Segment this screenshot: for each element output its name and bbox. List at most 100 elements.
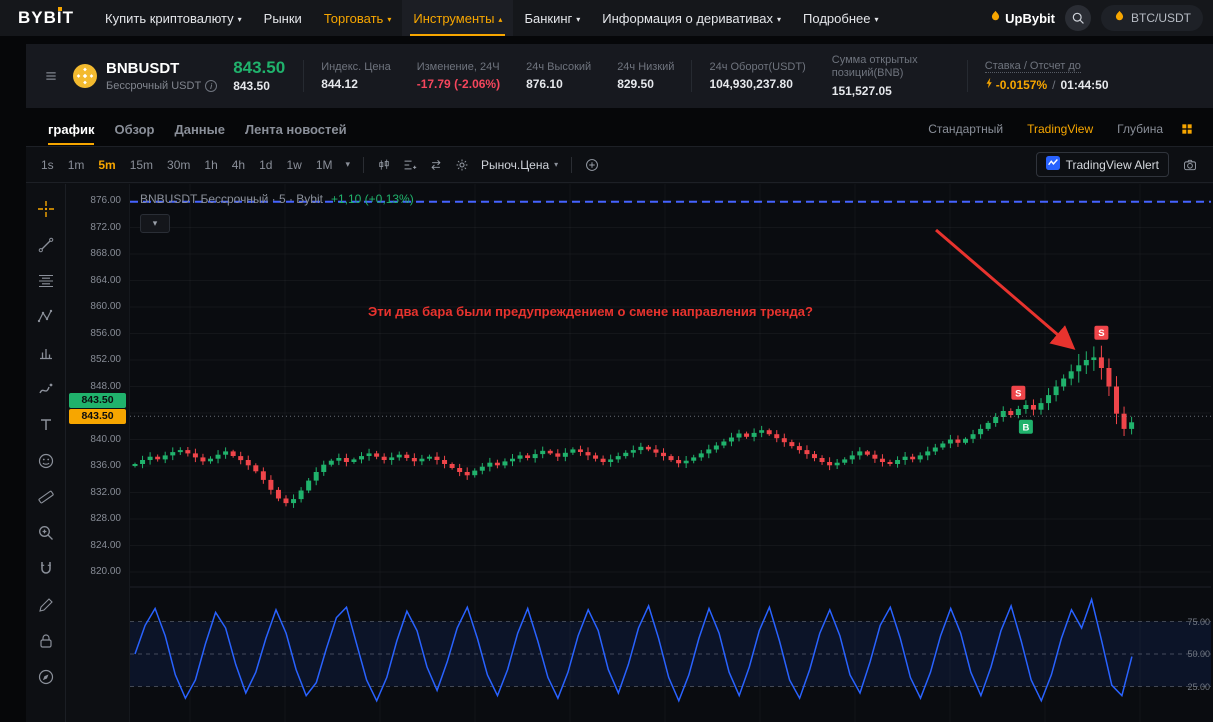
ticker-stat-4: 24ч Низкий 829.50 [604,61,687,92]
nav-item-2[interactable]: Рынки [253,0,313,36]
nav-item-5[interactable]: Банкинг ▾ [513,0,591,36]
fib-retracement-tool[interactable] [35,270,57,292]
logo-text-2: T [62,8,75,27]
price-tick: 832.00 [90,486,121,498]
mark-price: 843.50 [233,79,270,94]
magnet-tool[interactable] [35,558,57,580]
timeframe-30m[interactable]: 30m [160,153,197,177]
last-price: 843.50 [233,57,286,77]
stat-label: 24ч Высокий [526,60,592,73]
add-order-button[interactable] [579,153,605,177]
tab-3[interactable]: Данные [164,112,235,146]
stat-value: 151,527.05 [831,83,892,98]
search-button[interactable] [1065,5,1091,31]
crosshair-tool[interactable] [35,198,57,220]
svg-text:S: S [1015,388,1021,399]
chart-toolbar: 1s 1m 5m 15m 30m 1h 4h 1d 1w 1M ▾ Рыноч.Цена ▾ Tra… [26,147,1213,183]
price-tick: 848.00 [90,380,121,392]
divider [966,60,968,92]
main-menu: Купить криптовалюту ▾ Рынки Торговать ▾ Инстр… [94,0,889,36]
price-tick: 852.00 [90,354,121,365]
tab-2[interactable]: Обзор [104,112,164,146]
trendline-tool[interactable] [35,234,57,256]
chevron-icon: ▾ [874,14,879,24]
price-tick: 876.00 [90,195,121,206]
view-toggle-3[interactable]: Глубина [1105,122,1175,136]
tradingview-alert-button[interactable]: TradingView Alert [1035,152,1169,177]
nav-item-1[interactable]: Купить криптовалюту ▾ [94,0,253,36]
contract-type: Бессрочный USDT [106,80,202,92]
timeframe-1w[interactable]: 1w [279,153,308,177]
timeframe-5m[interactable]: 5m [91,153,122,177]
legend-collapse-button[interactable]: ▾ [140,214,170,233]
drawing-tools-sidebar [26,184,66,722]
pencil-tool[interactable] [35,594,57,616]
top-navbar: BYB I T Купить криптовалюту ▾ Рынки Торговать… [0,0,1213,36]
indicators-icon[interactable] [397,153,423,177]
funding-rate: -0.0157% [995,77,1048,92]
stat-label: 24ч Оборот(USDT) [709,60,806,73]
forecast-tool[interactable] [35,342,57,364]
settings-icon[interactable] [449,153,475,177]
lock-tool[interactable] [35,630,57,652]
chart-region: 876.00 872.00 868.00 864.00 860.00 856.00 852.… [26,184,1213,722]
chart-plot-area[interactable]: SBS BNBUSDT Бессрочный · 5 · Bybit +1,10… [130,184,1213,722]
funding-countdown: 01:44:50 [1060,77,1109,92]
bybit-logo[interactable]: BYB I T [18,8,74,28]
order-type-label: Рыноч.Цена [481,157,550,172]
more-timeframes-button[interactable]: ▾ [339,159,356,170]
divider [571,156,573,173]
xabcd-pattern-tool[interactable] [35,306,57,328]
bybit-trading-page: BYB I T Купить криптовалюту ▾ Рынки Торговать… [0,0,1213,722]
view-toggle-2[interactable]: TradingView [1015,122,1105,136]
svg-text:B: B [1022,422,1029,433]
tab-1[interactable]: график [38,112,104,146]
tab-4[interactable]: Лента новостей [235,112,357,146]
price-tick: 856.00 [90,327,121,339]
stat-label: Изменение, 24Ч [416,60,500,73]
text-tool[interactable] [35,414,57,436]
screenshot-camera-button[interactable] [1177,153,1203,177]
price-block: 843.50 843.50 [233,57,286,94]
emoji-tool[interactable] [35,450,57,472]
timeframe-1d[interactable]: 1d [252,153,279,177]
info-icon[interactable]: i [205,80,218,92]
hot-pair-pill[interactable]: BTC/USDT [1101,5,1203,31]
timeframe-1m[interactable]: 1m [61,153,92,177]
ticker-stats: Индекс. Цена 844.12 Изменение, 24Ч -17.79 (… [308,54,963,97]
view-toggle-1[interactable]: Стандартный [916,122,1015,136]
timeframe-1s[interactable]: 1s [34,153,61,177]
timeframe-4h[interactable]: 4h [225,153,252,177]
nav-item-6[interactable]: Информация о деривативах ▾ [591,0,792,36]
symbol-name[interactable]: BNBUSDT [106,60,217,77]
order-type-dropdown[interactable]: Рыноч.Цена ▾ [475,158,564,172]
chart-style-icon[interactable] [371,153,397,177]
timeframe-1M[interactable]: 1M [309,153,340,177]
chart-canvas[interactable]: S B S [130,184,1211,722]
upbybit-link[interactable]: UpBybit [989,10,1055,26]
nav-item-7[interactable]: Подробнее ▾ [792,0,889,36]
panel-collapse-button[interactable] [38,63,64,89]
timeframe-1h[interactable]: 1h [197,153,224,177]
stat-value: 829.50 [617,77,654,92]
ticker-stat-2: Изменение, 24Ч -17.79 (-2.06%) [404,61,513,92]
ruler-tool[interactable] [35,486,57,508]
nav-item-3[interactable]: Торговать ▾ [313,0,403,36]
svg-text:S: S [1098,328,1104,339]
price-tick: 868.00 [90,248,121,259]
ticker-stat-6: Сумма открытых позиций(BNB) 151,527.05 [819,54,963,97]
chevron-icon: ▾ [777,14,782,24]
compass-tool[interactable] [35,666,57,688]
chevron-icon: ▴ [498,14,503,24]
chevron-icon: ▾ [576,14,581,24]
zoom-tool[interactable] [35,522,57,544]
price-tick: 840.00 [90,433,121,445]
compare-icon[interactable] [423,153,449,177]
stat-value: -17.79 (-2.06%) [416,77,501,92]
nav-item-4[interactable]: Инструменты ▴ [402,0,514,36]
price-axis[interactable]: 876.00 872.00 868.00 864.00 860.00 856.00 852.… [66,184,130,722]
price-tick: 872.00 [90,221,121,233]
timeframe-15m[interactable]: 15m [123,153,160,177]
layout-grid-button[interactable] [1175,117,1199,141]
brush-tool[interactable] [35,378,57,400]
